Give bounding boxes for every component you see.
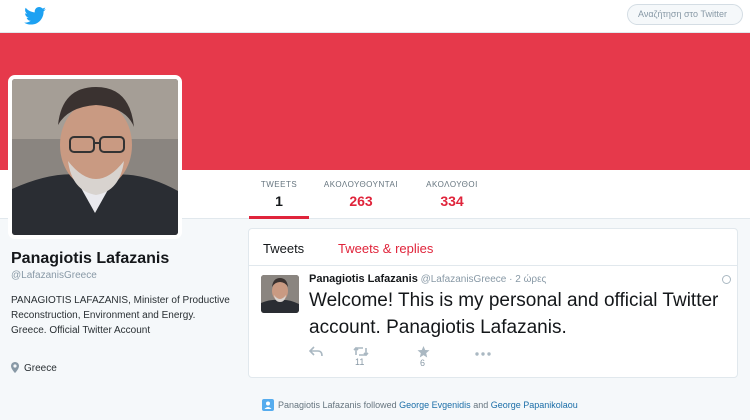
- stat-following-label: ΑΚΟΛΟΥΘΟΥΝΤΑΙ: [323, 180, 399, 189]
- tweet-options-icon[interactable]: [722, 275, 731, 284]
- stat-tweets-label: TWEETS: [260, 180, 298, 189]
- followed-user-link-2[interactable]: George Papanikolaou: [491, 400, 578, 410]
- retweet-count: 11: [355, 357, 365, 367]
- follow-activity-note: Panagiotis Lafazanis followed George Evg…: [262, 399, 578, 411]
- tab-tweets-replies[interactable]: Tweets & replies: [338, 241, 433, 256]
- search-input[interactable]: Αναζήτηση στο Twitter: [627, 4, 743, 25]
- stat-tweets-value: 1: [275, 193, 283, 209]
- stat-following[interactable]: ΑΚΟΛΟΥΘΟΥΝΤΑΙ 263: [320, 180, 402, 209]
- tab-tweets[interactable]: Tweets: [263, 241, 304, 256]
- tweet-text: Welcome! This is my personal and officia…: [309, 290, 719, 338]
- more-dots-icon: [475, 352, 491, 356]
- tweet-timeline: Tweets Tweets & replies Panagiotis Lafaz…: [248, 228, 738, 378]
- more-button[interactable]: [475, 346, 491, 357]
- profile-location: Greece: [11, 362, 57, 374]
- retweet-button[interactable]: 11: [353, 346, 369, 367]
- tweet-author-handle[interactable]: @LafazanisGreece: [421, 274, 507, 285]
- tweet-author-avatar[interactable]: [261, 275, 299, 313]
- avatar-photo-small: [261, 275, 299, 313]
- reply-button[interactable]: [308, 346, 323, 357]
- tweet-author-name[interactable]: Panagiotis Lafazanis: [309, 273, 418, 285]
- top-navigation-bar: Αναζήτηση στο Twitter: [0, 0, 750, 33]
- avatar-photo: [12, 79, 178, 235]
- stat-followers-value: 334: [440, 193, 464, 209]
- location-pin-icon: [11, 362, 19, 373]
- reply-icon: [308, 346, 323, 357]
- profile-name[interactable]: Panagiotis Lafazanis: [11, 250, 169, 268]
- timeline-tabs: Tweets Tweets & replies: [249, 229, 737, 266]
- stat-following-value: 263: [349, 193, 373, 209]
- activity-verb: followed: [363, 400, 397, 410]
- stat-followers[interactable]: ΑΚΟΛΟΥΘΟΙ 334: [420, 180, 484, 209]
- star-icon: [417, 346, 430, 358]
- profile-location-text: Greece: [24, 363, 57, 374]
- favorite-count: 6: [420, 358, 426, 368]
- profile-avatar[interactable]: [8, 75, 182, 239]
- tweet-header: Panagiotis Lafazanis @LafazanisGreece · …: [309, 273, 546, 285]
- tweet-timestamp[interactable]: 2 ώρες: [515, 274, 546, 285]
- follow-person-icon: [262, 399, 274, 411]
- followed-user-link-1[interactable]: George Evgenidis: [399, 400, 471, 410]
- activity-actor: Panagiotis Lafazanis: [278, 400, 362, 410]
- stat-tweets[interactable]: TWEETS 1: [249, 180, 309, 219]
- twitter-bird-icon[interactable]: [24, 7, 46, 25]
- activity-conjunction: and: [473, 400, 489, 410]
- favorite-button[interactable]: 6: [417, 346, 430, 368]
- stat-followers-label: ΑΚΟΛΟΥΘΟΙ: [426, 180, 478, 189]
- profile-handle[interactable]: @LafazanisGreece: [11, 270, 97, 281]
- retweet-icon: [353, 346, 369, 357]
- profile-bio: PANAGIOTIS LAFAZANIS, Minister of Produc…: [11, 295, 230, 336]
- tweet-separator: ·: [509, 274, 513, 285]
